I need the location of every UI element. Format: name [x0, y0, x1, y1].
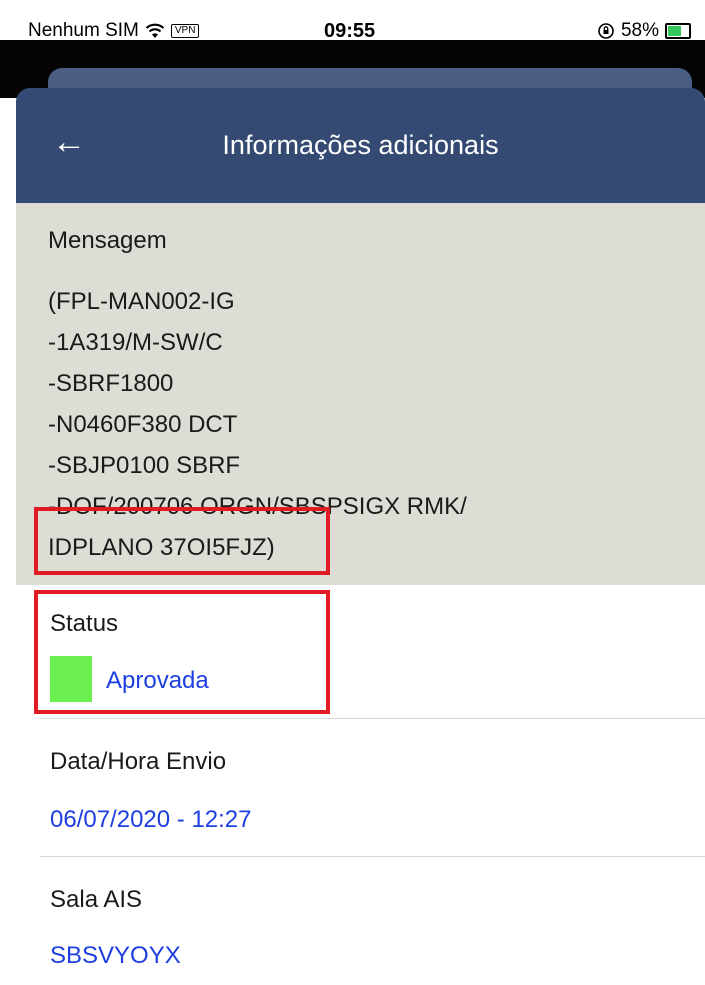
- highlight-box-plan-id: [34, 507, 330, 575]
- carrier-text: Nenhum SIM: [28, 20, 139, 41]
- message-line: (FPL-MAN002-IG: [48, 288, 235, 315]
- divider: [40, 718, 705, 719]
- message-line: -N0460F380 DCT: [48, 411, 238, 438]
- message-line: -1A319/M-SW/C: [48, 329, 223, 356]
- carrier-group: Nenhum SIM VPN: [28, 20, 200, 42]
- ais-room-value: SBSVYOYX: [50, 942, 181, 969]
- orientation-lock-icon: [598, 23, 614, 39]
- message-label: Mensagem: [48, 227, 167, 254]
- highlight-box-status: [34, 590, 330, 714]
- ais-room-label: Sala AIS: [50, 886, 143, 913]
- battery-percent: 58%: [620, 20, 659, 41]
- wifi-icon: [145, 23, 165, 38]
- battery-icon: [665, 23, 691, 39]
- message-line: -SBJP0100 SBRF: [48, 452, 241, 479]
- page-title: Informações adicionais: [222, 130, 499, 160]
- divider: [40, 856, 705, 857]
- status-right-group: 58%: [597, 20, 691, 42]
- message-line: -SBRF1800: [48, 370, 174, 397]
- sent-datetime-label: Data/Hora Envio: [50, 748, 227, 775]
- sent-datetime-value: 06/07/2020 - 12:27: [50, 806, 252, 833]
- modal-header: ← Informações adicionais: [16, 88, 705, 203]
- vpn-badge: VPN: [170, 24, 200, 38]
